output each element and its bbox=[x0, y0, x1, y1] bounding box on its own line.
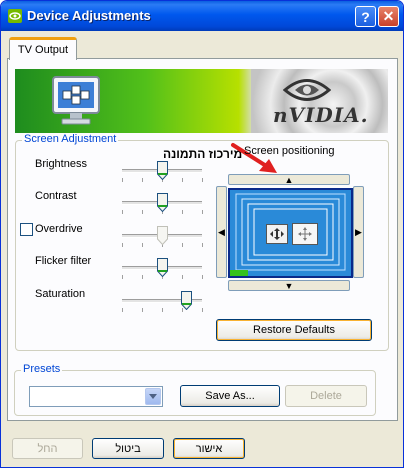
move-up-button[interactable]: ▲ bbox=[228, 174, 350, 185]
nvidia-banner: nVIDIA. bbox=[15, 69, 388, 133]
slider-tick bbox=[202, 243, 203, 247]
cancel-button[interactable]: ביטול bbox=[92, 438, 164, 459]
slider-tick bbox=[202, 178, 203, 182]
move-left-button[interactable]: ◀ bbox=[216, 186, 227, 278]
presets-label: Presets bbox=[21, 363, 63, 375]
device-adjustments-window: Device Adjustments ? ✕ TV Output nVIDIA.… bbox=[0, 0, 404, 468]
nvidia-app-icon bbox=[8, 9, 22, 23]
slider-tick bbox=[202, 308, 203, 312]
slider-tick bbox=[142, 178, 143, 182]
slider-tick bbox=[122, 210, 123, 214]
screen-frames-graphic bbox=[230, 193, 346, 276]
slider-tick bbox=[182, 275, 183, 279]
slider-tick bbox=[182, 210, 183, 214]
save-as-button[interactable]: Save As... bbox=[180, 385, 280, 407]
saturation-slider-thumb[interactable] bbox=[181, 291, 192, 310]
slider-tick bbox=[202, 210, 203, 214]
brightness-slider-thumb[interactable] bbox=[157, 161, 168, 180]
saturation-label: Saturation bbox=[35, 288, 86, 300]
overdrive-label: Overdrive bbox=[35, 223, 83, 235]
move-down-button[interactable]: ▼ bbox=[228, 280, 350, 291]
restore-defaults-button[interactable]: Restore Defaults bbox=[216, 319, 372, 341]
contrast-slider-thumb[interactable] bbox=[157, 193, 168, 212]
delete-button[interactable]: Delete bbox=[285, 385, 367, 407]
close-button[interactable]: ✕ bbox=[378, 6, 399, 27]
overdrive-checkbox[interactable] bbox=[20, 223, 33, 236]
window-title: Device Adjustments bbox=[27, 8, 151, 23]
move-right-button[interactable]: ▶ bbox=[353, 186, 364, 278]
brightness-label: Brightness bbox=[35, 158, 87, 170]
apply-button[interactable]: החל bbox=[12, 438, 83, 459]
flicker-filter-label: Flicker filter bbox=[35, 255, 92, 267]
nvidia-eye-logo bbox=[283, 79, 331, 101]
tab-tv-output[interactable]: TV Output bbox=[9, 37, 77, 60]
slider-tick bbox=[182, 178, 183, 182]
monitor-icon bbox=[52, 76, 100, 125]
contrast-label: Contrast bbox=[35, 190, 77, 202]
slider-tick bbox=[142, 210, 143, 214]
screen-position-preview[interactable] bbox=[228, 188, 353, 278]
screen-adjustment-label: Screen Adjustment bbox=[22, 133, 119, 145]
presets-dropdown[interactable] bbox=[29, 386, 163, 407]
slider-tick bbox=[142, 243, 143, 247]
resize-button[interactable] bbox=[266, 224, 288, 244]
slider-tick bbox=[142, 308, 143, 312]
screen-positioning-label: Screen positioning bbox=[244, 145, 335, 157]
ok-button[interactable]: אישור bbox=[173, 438, 245, 459]
slider-tick bbox=[162, 308, 163, 312]
slider-tick bbox=[122, 243, 123, 247]
resize-arrows-icon bbox=[270, 228, 284, 240]
title-bar[interactable]: Device Adjustments ? ✕ bbox=[1, 1, 403, 31]
slider-tick bbox=[122, 308, 123, 312]
overdrive-slider-thumb bbox=[157, 226, 168, 245]
nvidia-logo-text: nVIDIA. bbox=[273, 103, 369, 127]
move-button[interactable] bbox=[292, 223, 318, 245]
slider-tick bbox=[182, 243, 183, 247]
flicker-filter-slider-thumb[interactable] bbox=[157, 258, 168, 277]
slider-tick bbox=[202, 275, 203, 279]
dropdown-arrow-icon[interactable] bbox=[145, 388, 161, 405]
slider-tick bbox=[142, 275, 143, 279]
slider-tick bbox=[122, 178, 123, 182]
help-button[interactable]: ? bbox=[355, 6, 376, 27]
move-arrows-icon bbox=[298, 227, 312, 241]
slider-tick bbox=[122, 275, 123, 279]
